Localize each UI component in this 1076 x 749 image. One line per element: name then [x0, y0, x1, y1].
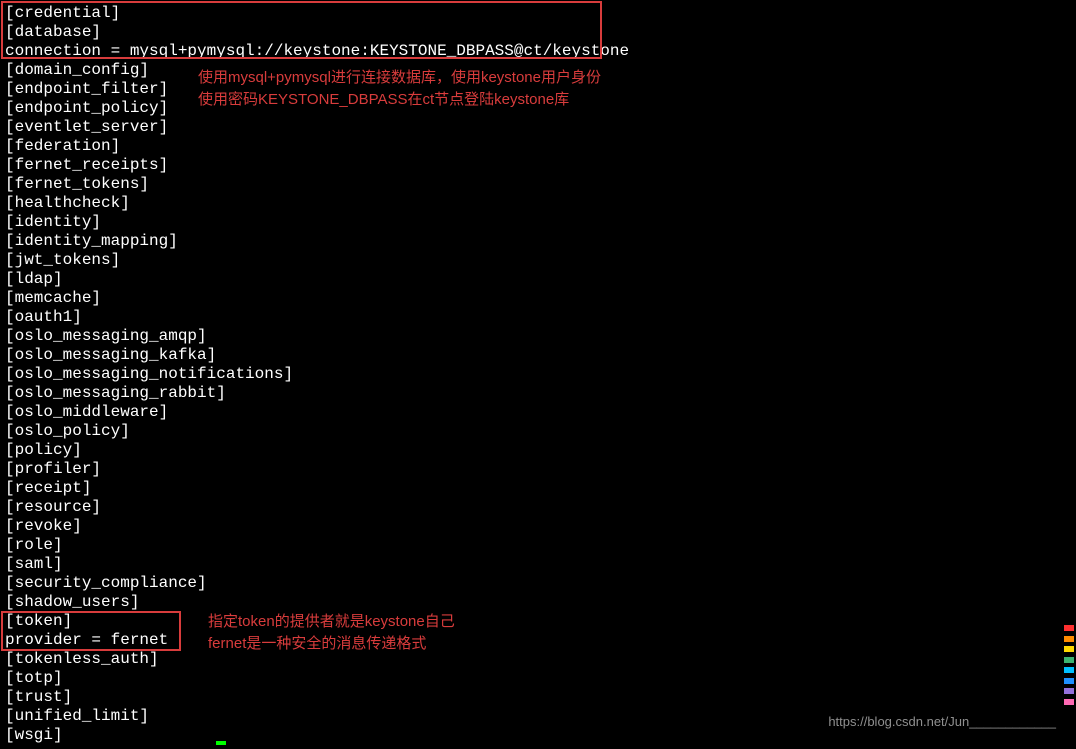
config-line: [tokenless_auth] [5, 650, 1071, 669]
config-line: [profiler] [5, 460, 1071, 479]
scrollbar-segment [1064, 625, 1074, 631]
config-line: [ldap] [5, 270, 1071, 289]
config-line: [fernet_receipts] [5, 156, 1071, 175]
config-line: [credential] [5, 4, 1071, 23]
config-line: [role] [5, 536, 1071, 555]
config-line: [oslo_messaging_rabbit] [5, 384, 1071, 403]
config-line: connection = mysql+pymysql://keystone:KE… [5, 42, 1071, 61]
config-line: [receipt] [5, 479, 1071, 498]
scrollbar-segment [1064, 636, 1074, 642]
config-line: [database] [5, 23, 1071, 42]
config-line: [identity_mapping] [5, 232, 1071, 251]
config-line: [security_compliance] [5, 574, 1071, 593]
config-line: [oslo_messaging_amqp] [5, 327, 1071, 346]
watermark-text: https://blog.csdn.net/Jun____________ [828, 712, 1056, 731]
config-line: [resource] [5, 498, 1071, 517]
scrollbar-segment [1064, 678, 1074, 684]
cursor-icon [216, 741, 226, 745]
scrollbar-segment [1064, 667, 1074, 673]
annotation-text: 使用密码KEYSTONE_DBPASS在ct节点登陆keystone库 [198, 89, 601, 111]
config-line: [oauth1] [5, 308, 1071, 327]
terminal-output[interactable]: [credential] [database] connection = mys… [0, 0, 1076, 749]
scrollbar-segment [1064, 646, 1074, 652]
config-line: [jwt_tokens] [5, 251, 1071, 270]
scrollbar-segment [1064, 699, 1074, 705]
annotation-text: fernet是一种安全的消息传递格式 [208, 633, 455, 655]
config-line: [oslo_middleware] [5, 403, 1071, 422]
config-line: [totp] [5, 669, 1071, 688]
annotation-database: 使用mysql+pymysql进行连接数据库，使用keystone用户身份 使用… [198, 67, 601, 111]
config-line: [policy] [5, 441, 1071, 460]
config-line: [token] [5, 612, 1071, 631]
config-line: [fernet_tokens] [5, 175, 1071, 194]
config-line: [revoke] [5, 517, 1071, 536]
config-line: [trust] [5, 688, 1071, 707]
annotation-token: 指定token的提供者就是keystone自己 fernet是一种安全的消息传递… [208, 611, 455, 655]
config-line: [federation] [5, 137, 1071, 156]
annotation-text: 指定token的提供者就是keystone自己 [208, 611, 455, 633]
scrollbar-segment [1064, 688, 1074, 694]
config-line: [saml] [5, 555, 1071, 574]
config-line: [oslo_messaging_kafka] [5, 346, 1071, 365]
scrollbar-segment [1064, 657, 1074, 663]
config-line: provider = fernet [5, 631, 1071, 650]
config-line: [oslo_messaging_notifications] [5, 365, 1071, 384]
config-line: [eventlet_server] [5, 118, 1071, 137]
config-line: [shadow_users] [5, 593, 1071, 612]
config-line: [identity] [5, 213, 1071, 232]
config-line: [oslo_policy] [5, 422, 1071, 441]
config-line: [memcache] [5, 289, 1071, 308]
scrollbar-indicator[interactable] [1064, 625, 1074, 705]
config-line: [healthcheck] [5, 194, 1071, 213]
annotation-text: 使用mysql+pymysql进行连接数据库，使用keystone用户身份 [198, 67, 601, 89]
